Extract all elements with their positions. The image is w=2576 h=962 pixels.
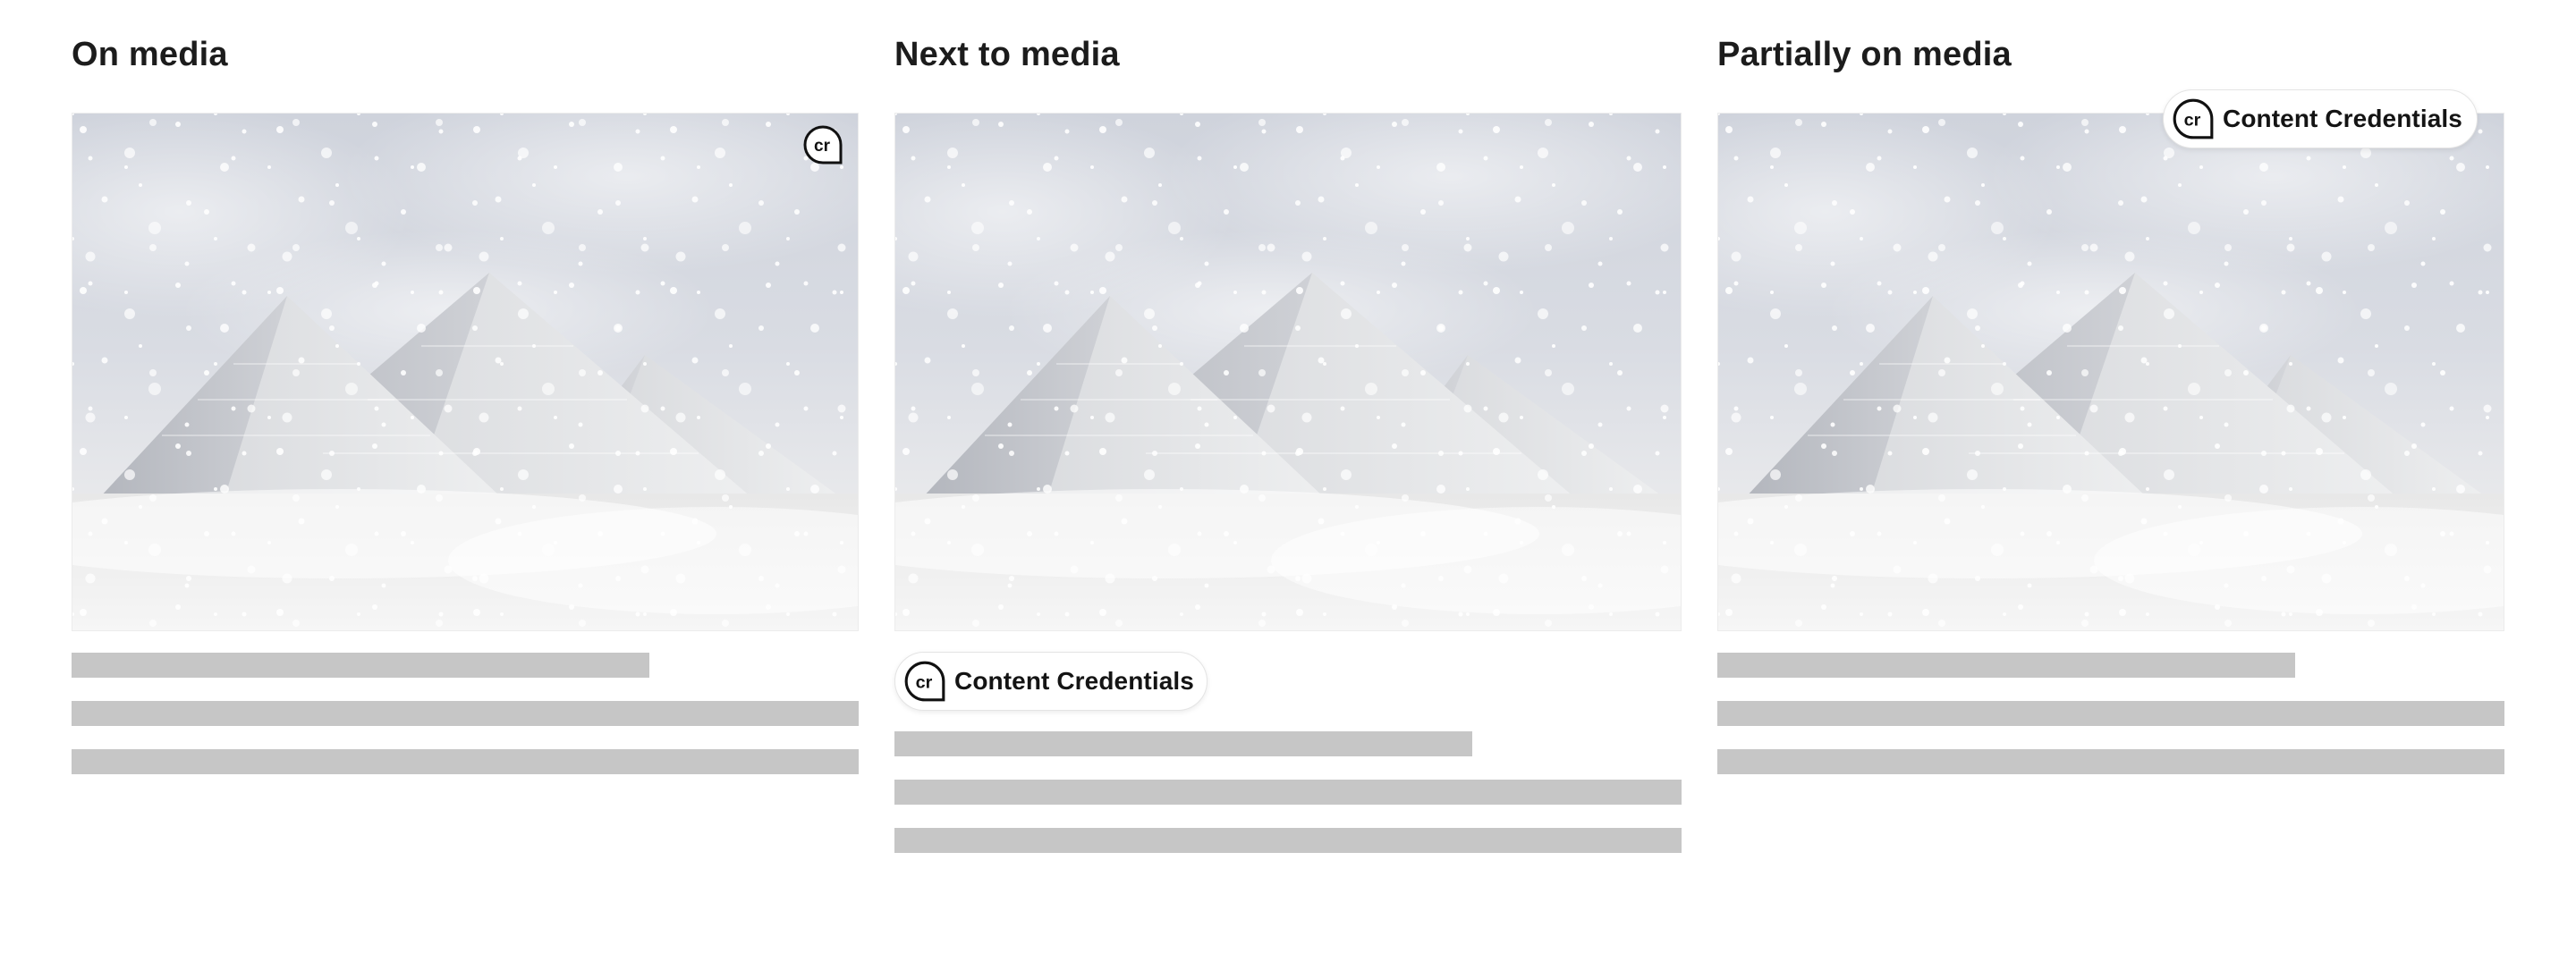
column-partially-on-media: Partially on media Content Credentials: [1717, 0, 2504, 962]
column-title: Next to media: [894, 36, 1120, 73]
placeholder-bar: [72, 701, 859, 726]
column-title: Partially on media: [1717, 36, 2012, 73]
media-image: [1717, 113, 2504, 631]
column-on-media: On media: [72, 0, 859, 962]
placeholder-bar: [894, 828, 1682, 853]
placeholder-bar: [894, 731, 1472, 756]
content-credentials-cr-icon: [902, 659, 947, 704]
placeholder-bar: [72, 653, 649, 678]
placeholder-bar: [1717, 653, 2295, 678]
placeholder-bar: [72, 749, 859, 774]
column-title: On media: [72, 36, 228, 73]
content-credentials-cr-icon: [2171, 97, 2216, 141]
column-next-to-media: Next to media Content Credentials: [894, 0, 1682, 962]
content-credentials-label: Content Credentials: [954, 667, 1194, 695]
placeholder-bar: [1717, 701, 2504, 726]
content-credentials-pill[interactable]: Content Credentials: [2163, 89, 2478, 148]
placeholder-bar: [894, 780, 1682, 805]
content-credentials-label: Content Credentials: [2223, 105, 2462, 132]
media-image: [72, 113, 859, 631]
content-credentials-pill[interactable]: Content Credentials: [894, 652, 1208, 711]
placeholder-bar: [1717, 749, 2504, 774]
media-image: [894, 113, 1682, 631]
content-credentials-cr-icon[interactable]: [803, 125, 843, 165]
